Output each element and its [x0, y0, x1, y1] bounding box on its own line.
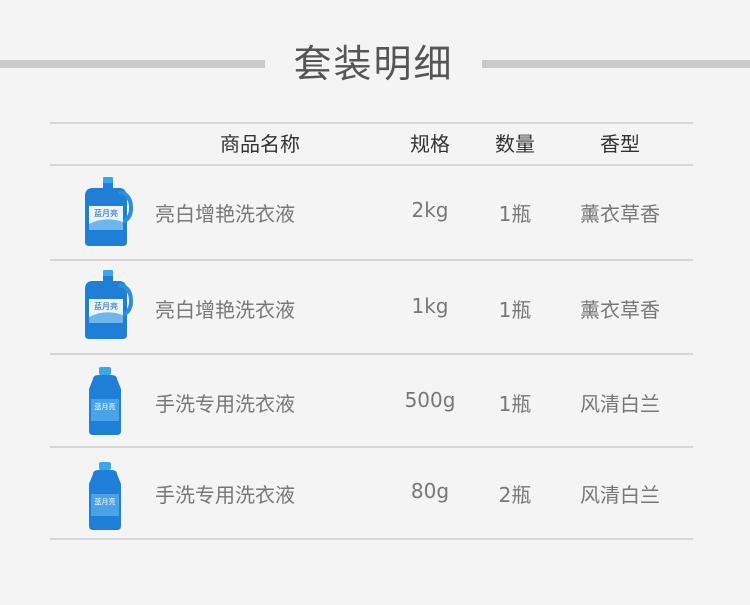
header-scent: 香型 — [600, 132, 640, 156]
title-divider-left — [0, 60, 265, 68]
large-detergent-bottle-icon: 蓝月亮 — [75, 269, 135, 341]
handwash-bottle-icon: 蓝月亮 — [75, 460, 135, 532]
row-qty: 1瓶 — [498, 298, 532, 322]
row-scent: 风清白兰 — [580, 483, 660, 507]
row-qty: 1瓶 — [498, 392, 532, 416]
header-name: 商品名称 — [220, 132, 300, 156]
row-spec: 1kg — [411, 294, 449, 318]
row-name: 手洗专用洗衣液 — [155, 483, 295, 507]
handwash-bottle-icon: 蓝月亮 — [75, 365, 135, 437]
row-spec: 500g — [404, 388, 456, 412]
page-title: 套装明细 — [293, 42, 454, 86]
table-row: 蓝月亮 亮白增艳洗衣液 2kg 1瓶 薰衣草香 — [50, 166, 693, 259]
header-qty: 数量 — [495, 132, 535, 156]
row-qty: 1瓶 — [498, 202, 532, 226]
svg-text:蓝月亮: 蓝月亮 — [94, 301, 118, 311]
row-spec: 2kg — [411, 198, 449, 222]
title-divider-right — [482, 60, 750, 68]
row-scent: 风清白兰 — [580, 392, 660, 416]
table-bottom-rule — [50, 538, 693, 540]
large-detergent-bottle-icon: 蓝月亮 — [75, 176, 135, 248]
section-title-bar: 套装明细 — [0, 36, 750, 92]
row-spec: 80g — [410, 479, 450, 503]
table-row: 蓝月亮 手洗专用洗衣液 80g 2瓶 风清白兰 — [50, 448, 693, 540]
header-spec: 规格 — [410, 132, 450, 156]
row-scent: 薰衣草香 — [580, 298, 660, 322]
row-qty: 2瓶 — [498, 483, 532, 507]
row-name: 亮白增艳洗衣液 — [155, 298, 295, 322]
table-row: 蓝月亮 亮白增艳洗衣液 1kg 1瓶 薰衣草香 — [50, 261, 693, 353]
table-row: 蓝月亮 手洗专用洗衣液 500g 1瓶 风清白兰 — [50, 355, 693, 447]
svg-text:蓝月亮: 蓝月亮 — [95, 402, 116, 411]
svg-text:蓝月亮: 蓝月亮 — [94, 208, 118, 218]
row-scent: 薰衣草香 — [580, 202, 660, 226]
table-header-row: 商品名称 规格 数量 香型 — [50, 122, 693, 166]
row-name: 手洗专用洗衣液 — [155, 392, 295, 416]
row-name: 亮白增艳洗衣液 — [155, 202, 295, 226]
svg-text:蓝月亮: 蓝月亮 — [95, 497, 116, 506]
